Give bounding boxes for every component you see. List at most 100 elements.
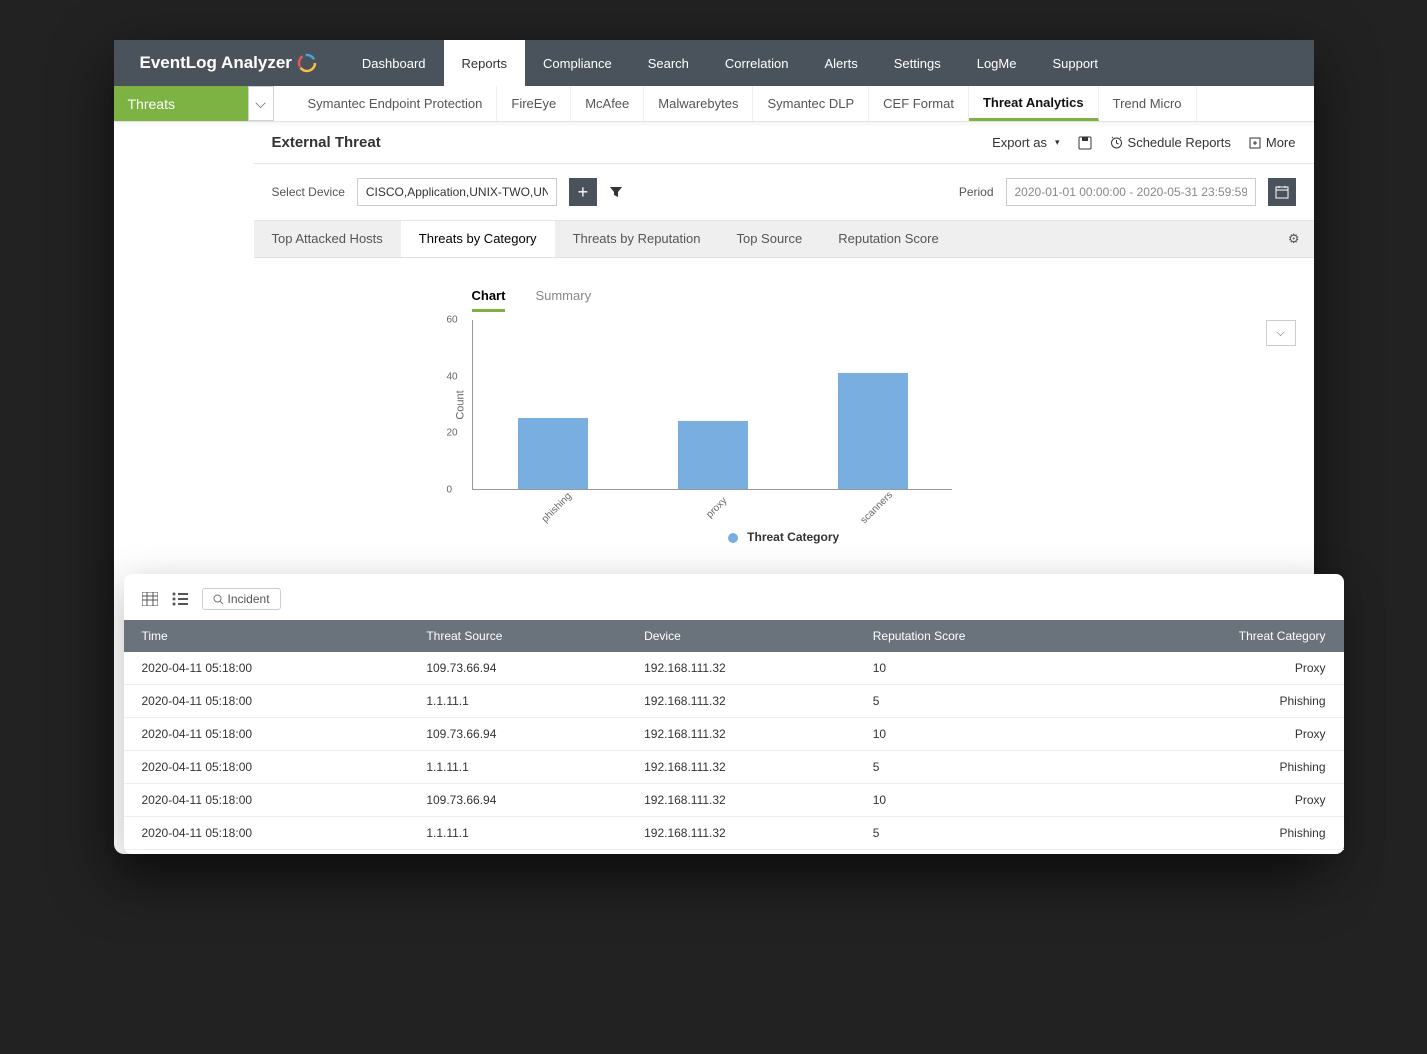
topnav-item[interactable]: Reports bbox=[444, 40, 526, 86]
table-header[interactable]: Reputation Score bbox=[855, 620, 1105, 652]
list-view-icon[interactable] bbox=[172, 592, 188, 606]
grid-view-icon[interactable] bbox=[142, 592, 158, 606]
table-row[interactable]: 2020-04-11 05:18:00109.73.66.94192.168.1… bbox=[124, 784, 1344, 817]
topnav-item[interactable]: Dashboard bbox=[344, 40, 444, 86]
vendor-nav-item[interactable]: Symantec DLP bbox=[753, 86, 869, 121]
table-cell: 10 bbox=[855, 784, 1105, 817]
topnav-item[interactable]: Correlation bbox=[707, 40, 807, 86]
page-header: External Threat Export as Schedule Repor… bbox=[254, 122, 1314, 164]
y-tick: 20 bbox=[447, 428, 458, 439]
clock-icon bbox=[1110, 136, 1123, 149]
table-cell: Phishing bbox=[1105, 685, 1344, 718]
table-cell: 1.1.11.1 bbox=[408, 751, 626, 784]
topnav-item[interactable]: Alerts bbox=[807, 40, 876, 86]
top-nav: DashboardReportsComplianceSearchCorrelat… bbox=[344, 40, 1116, 86]
table-cell: Phishing bbox=[1105, 751, 1344, 784]
report-tab[interactable]: Top Source bbox=[718, 221, 820, 257]
topnav-item[interactable]: Search bbox=[630, 40, 707, 86]
table-cell: 1.1.11.1 bbox=[408, 817, 626, 850]
app-window: EventLog Analyzer DashboardReportsCompli… bbox=[114, 40, 1314, 854]
table-cell: 10 bbox=[855, 652, 1105, 685]
table-cell: Proxy bbox=[1105, 718, 1344, 751]
report-tab[interactable]: Threats by Reputation bbox=[555, 221, 719, 257]
save-icon[interactable] bbox=[1078, 136, 1092, 150]
vendor-nav-item[interactable]: Malwarebytes bbox=[644, 86, 753, 121]
calendar-button[interactable] bbox=[1268, 178, 1296, 206]
chart-legend: Threat Category bbox=[272, 530, 1296, 544]
table-cell: 192.168.111.32 bbox=[626, 751, 855, 784]
table-header[interactable]: Threat Source bbox=[408, 620, 626, 652]
chevron-down-icon[interactable]: ⌵ bbox=[248, 86, 274, 121]
threats-label: Threats bbox=[128, 96, 175, 112]
period-input[interactable] bbox=[1006, 178, 1256, 206]
content-area: External Threat Export as Schedule Repor… bbox=[254, 122, 1314, 854]
bar-chart: Count 0204060phishingproxyscanners ⌵ bbox=[472, 320, 1296, 490]
table-cell: 2020-04-11 05:18:00 bbox=[124, 751, 409, 784]
table-header-row: TimeThreat SourceDeviceReputation ScoreT… bbox=[124, 620, 1344, 652]
add-device-button[interactable]: + bbox=[569, 178, 597, 206]
vendor-nav: Symantec Endpoint ProtectionFireEyeMcAfe… bbox=[274, 86, 1314, 121]
table-cell: 192.168.111.32 bbox=[626, 652, 855, 685]
view-tab[interactable]: Summary bbox=[535, 288, 591, 312]
table-toolbar: Incident bbox=[124, 588, 1344, 620]
topbar: EventLog Analyzer DashboardReportsCompli… bbox=[114, 40, 1314, 86]
vendor-nav-item[interactable]: CEF Format bbox=[869, 86, 969, 121]
results-table: TimeThreat SourceDeviceReputation ScoreT… bbox=[124, 620, 1344, 850]
report-tab[interactable]: Top Attacked Hosts bbox=[254, 221, 401, 257]
threats-dropdown[interactable]: Threats ⌵ bbox=[114, 86, 274, 121]
table-row[interactable]: 2020-04-11 05:18:00109.73.66.94192.168.1… bbox=[124, 652, 1344, 685]
table-row[interactable]: 2020-04-11 05:18:001.1.11.1192.168.111.3… bbox=[124, 817, 1344, 850]
topnav-item[interactable]: LogMe bbox=[959, 40, 1035, 86]
gear-icon[interactable]: ⚙ bbox=[1274, 221, 1314, 257]
more-button[interactable]: More bbox=[1249, 135, 1296, 150]
topnav-item[interactable]: Compliance bbox=[525, 40, 630, 86]
topnav-item[interactable]: Support bbox=[1034, 40, 1116, 86]
schedule-reports-button[interactable]: Schedule Reports bbox=[1110, 135, 1231, 150]
filter-icon[interactable] bbox=[609, 185, 623, 199]
view-tab[interactable]: Chart bbox=[472, 288, 506, 312]
table-row[interactable]: 2020-04-11 05:18:001.1.11.1192.168.111.3… bbox=[124, 685, 1344, 718]
table-cell: 109.73.66.94 bbox=[408, 784, 626, 817]
device-input[interactable] bbox=[357, 178, 557, 206]
incident-button[interactable]: Incident bbox=[202, 588, 281, 610]
table-header[interactable]: Time bbox=[124, 620, 409, 652]
chart-bar[interactable] bbox=[838, 373, 908, 489]
topnav-item[interactable]: Settings bbox=[876, 40, 959, 86]
report-tab[interactable]: Threats by Category bbox=[401, 221, 555, 257]
results-card: Incident TimeThreat SourceDeviceReputati… bbox=[124, 574, 1344, 854]
table-row[interactable]: 2020-04-11 05:18:00109.73.66.94192.168.1… bbox=[124, 718, 1344, 751]
vendor-nav-item[interactable]: Symantec Endpoint Protection bbox=[294, 86, 498, 121]
export-as-button[interactable]: Export as bbox=[992, 135, 1059, 150]
table-body: 2020-04-11 05:18:00109.73.66.94192.168.1… bbox=[124, 652, 1344, 850]
logo-text: EventLog Analyzer bbox=[140, 53, 292, 73]
vendor-nav-item[interactable]: Trend Micro bbox=[1099, 86, 1197, 121]
legend-swatch bbox=[728, 533, 738, 543]
y-tick: 0 bbox=[447, 485, 453, 496]
vendor-nav-item[interactable]: McAfee bbox=[571, 86, 644, 121]
page-actions: Export as Schedule Reports More bbox=[992, 135, 1295, 150]
chart-view-tabs: Chart Summary bbox=[472, 288, 1296, 312]
chart-options-button[interactable]: ⌵ bbox=[1266, 320, 1296, 346]
table-cell: 192.168.111.32 bbox=[626, 718, 855, 751]
table-cell: 109.73.66.94 bbox=[408, 652, 626, 685]
table-cell: 5 bbox=[855, 751, 1105, 784]
select-device-label: Select Device bbox=[272, 185, 345, 199]
vendor-nav-item[interactable]: Threat Analytics bbox=[969, 86, 1099, 121]
table-cell: 192.168.111.32 bbox=[626, 685, 855, 718]
sub-nav-bar: Threats ⌵ Symantec Endpoint ProtectionFi… bbox=[114, 86, 1314, 122]
table-cell: 2020-04-11 05:18:00 bbox=[124, 718, 409, 751]
table-row[interactable]: 2020-04-11 05:18:001.1.11.1192.168.111.3… bbox=[124, 751, 1344, 784]
report-tab[interactable]: Reputation Score bbox=[820, 221, 956, 257]
table-cell: Proxy bbox=[1105, 652, 1344, 685]
table-cell: Proxy bbox=[1105, 784, 1344, 817]
vendor-nav-item[interactable]: FireEye bbox=[497, 86, 571, 121]
table-cell: 2020-04-11 05:18:00 bbox=[124, 817, 409, 850]
filter-row: Select Device + Period bbox=[254, 164, 1314, 221]
table-header[interactable]: Device bbox=[626, 620, 855, 652]
page-title: External Threat bbox=[272, 134, 993, 151]
table-cell: Phishing bbox=[1105, 817, 1344, 850]
calendar-icon bbox=[1275, 185, 1289, 199]
table-cell: 109.73.66.94 bbox=[408, 718, 626, 751]
table-cell: 5 bbox=[855, 685, 1105, 718]
table-header[interactable]: Threat Category bbox=[1105, 620, 1344, 652]
